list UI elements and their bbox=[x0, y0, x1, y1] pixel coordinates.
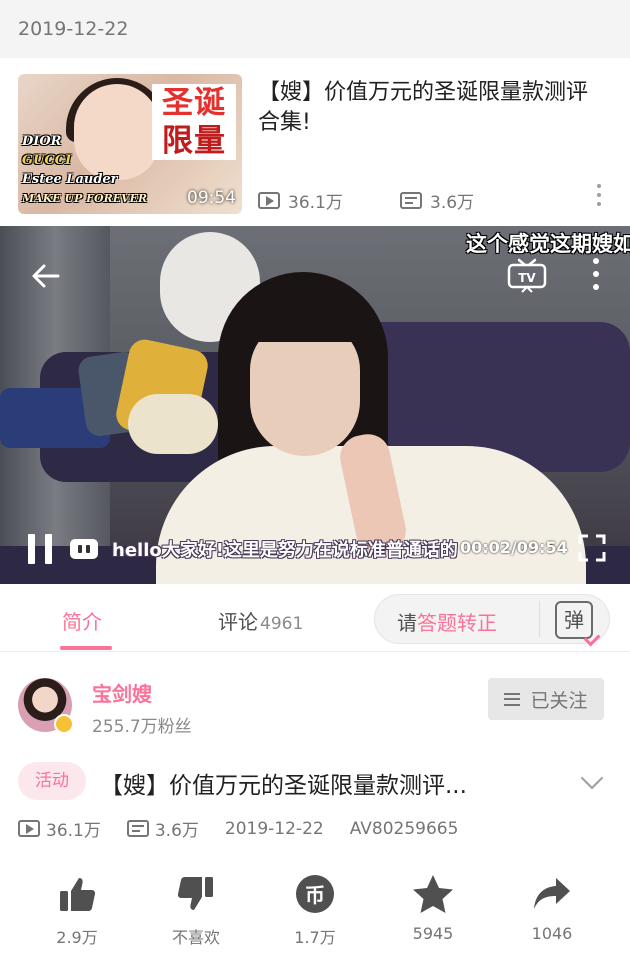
avatar[interactable] bbox=[18, 678, 74, 734]
thumbnail-brand: GUCCI bbox=[22, 153, 72, 168]
danmaku-toggle-icon[interactable] bbox=[70, 539, 98, 559]
video-danmaku: 3.6万 bbox=[154, 821, 199, 841]
date-header: 2019-12-22 bbox=[0, 0, 630, 58]
thumbs-down-icon bbox=[146, 872, 246, 916]
video-title: 【嫂】价值万元的圣诞限量款测评... bbox=[100, 773, 467, 799]
play-count-icon bbox=[18, 820, 40, 837]
action-bar: 2.9万 不喜欢 币 1.7万 5945 1046 bbox=[0, 872, 630, 952]
back-arrow-icon[interactable] bbox=[28, 258, 64, 294]
tv-cast-icon[interactable]: TV bbox=[506, 258, 548, 294]
share-arrow-icon bbox=[502, 872, 602, 916]
verified-badge-icon bbox=[54, 714, 74, 734]
related-video-danmaku: 3.6万 bbox=[400, 188, 474, 213]
activity-tag[interactable]: 活动 bbox=[18, 762, 86, 800]
thumbnail-christmas-tag: 圣诞 限量 bbox=[152, 84, 236, 160]
dislike-button[interactable]: 不喜欢 bbox=[146, 872, 246, 948]
danmaku-check-char: 弹 bbox=[564, 608, 584, 632]
total-time: 09:54 bbox=[516, 538, 568, 557]
share-button[interactable]: 1046 bbox=[502, 872, 602, 943]
video-title-row[interactable]: 活动 【嫂】价值万元的圣诞限量款测评... bbox=[0, 758, 630, 806]
active-tab-indicator bbox=[60, 646, 112, 650]
tab-comments-label: 评论 bbox=[218, 610, 258, 634]
thumbnail-brand: DIOR bbox=[22, 134, 62, 149]
danmaku-count-icon bbox=[126, 820, 149, 837]
thumbs-up-icon bbox=[27, 872, 127, 916]
date-header-text: 2019-12-22 bbox=[18, 18, 129, 40]
svg-text:币: 币 bbox=[305, 883, 325, 907]
related-danmaku-value: 3.6万 bbox=[430, 193, 475, 213]
menu-lines-icon bbox=[504, 692, 521, 706]
more-options-icon[interactable] bbox=[596, 184, 602, 210]
video-meta: 36.1万 3.6万 2019-12-22 AV80259665 bbox=[18, 816, 458, 841]
danmaku-comment: hello大家好!这里是努力在说标准普通话的 bbox=[112, 540, 458, 561]
related-video-duration: 09:54 bbox=[187, 188, 236, 208]
related-views-value: 36.1万 bbox=[288, 193, 343, 213]
tab-intro[interactable]: 简介 bbox=[62, 606, 102, 635]
fullscreen-icon[interactable] bbox=[578, 534, 606, 562]
coin-button[interactable]: 币 1.7万 bbox=[265, 872, 365, 948]
related-video-views: 36.1万 bbox=[258, 188, 343, 213]
pause-icon[interactable] bbox=[28, 534, 52, 564]
danmaku-comment: 这个感觉这期嫂如 bbox=[466, 232, 630, 256]
thumbnail-brand: MAKE UP FOREVER bbox=[22, 192, 148, 205]
play-count-icon bbox=[258, 192, 280, 209]
scene-pillow bbox=[128, 394, 218, 454]
video-av-id: AV80259665 bbox=[349, 818, 459, 839]
coin-icon: 币 bbox=[265, 872, 365, 916]
share-count: 1046 bbox=[531, 924, 573, 943]
star-icon bbox=[383, 872, 483, 916]
thumbnail-tag-line: 圣诞 bbox=[162, 85, 226, 121]
answer-quiz-label: 请答题转正 bbox=[397, 607, 497, 636]
answer-quiz-button[interactable]: 请答题转正 弹 bbox=[374, 594, 610, 647]
answer-highlight: 答题转正 bbox=[417, 611, 497, 635]
dislike-label: 不喜欢 bbox=[171, 928, 220, 947]
related-video-thumbnail[interactable]: DIOR GUCCI Estee Lauder MAKE UP FOREVER … bbox=[18, 74, 242, 214]
related-video-card[interactable]: DIOR GUCCI Estee Lauder MAKE UP FOREVER … bbox=[0, 58, 630, 224]
following-label: 已关注 bbox=[530, 689, 588, 712]
uploader-fans: 255.7万粉丝 bbox=[92, 717, 192, 737]
danmaku-check-icon[interactable]: 弹 bbox=[555, 601, 601, 647]
video-views: 36.1万 bbox=[46, 821, 101, 841]
video-date: 2019-12-22 bbox=[224, 818, 324, 839]
video-player[interactable]: 这个感觉这期嫂如 TV hello大家好!这里是努力在说标准普通话的 00:02… bbox=[0, 226, 630, 584]
answer-prefix: 请 bbox=[397, 611, 417, 635]
favorite-button[interactable]: 5945 bbox=[383, 872, 483, 943]
uploader-row: 宝剑嫂 255.7万粉丝 已关注 bbox=[0, 666, 630, 746]
tab-comments-count: 4961 bbox=[260, 614, 304, 634]
playback-time: 00:02/09:54 bbox=[460, 538, 568, 557]
thumbnail-brand-list: DIOR GUCCI Estee Lauder MAKE UP FOREVER bbox=[22, 132, 147, 208]
player-more-icon[interactable] bbox=[590, 258, 602, 294]
like-button[interactable]: 2.9万 bbox=[27, 872, 127, 948]
svg-text:TV: TV bbox=[518, 271, 536, 285]
uploader-name[interactable]: 宝剑嫂 bbox=[92, 678, 152, 707]
tab-comments[interactable]: 评论 4961 bbox=[218, 606, 303, 635]
current-time: 00:02 bbox=[460, 538, 511, 557]
thumbnail-tag-line: 限量 bbox=[162, 123, 226, 159]
danmaku-count-icon bbox=[400, 192, 422, 209]
thumbnail-brand: Estee Lauder bbox=[22, 172, 118, 187]
related-video-title[interactable]: 【嫂】价值万元的圣诞限量款测评合集! bbox=[258, 78, 608, 138]
coin-count: 1.7万 bbox=[294, 928, 336, 947]
divider bbox=[539, 601, 540, 637]
following-button[interactable]: 已关注 bbox=[488, 678, 604, 720]
chevron-down-icon[interactable] bbox=[580, 766, 604, 790]
favorite-count: 5945 bbox=[412, 924, 454, 943]
like-count: 2.9万 bbox=[56, 928, 98, 947]
